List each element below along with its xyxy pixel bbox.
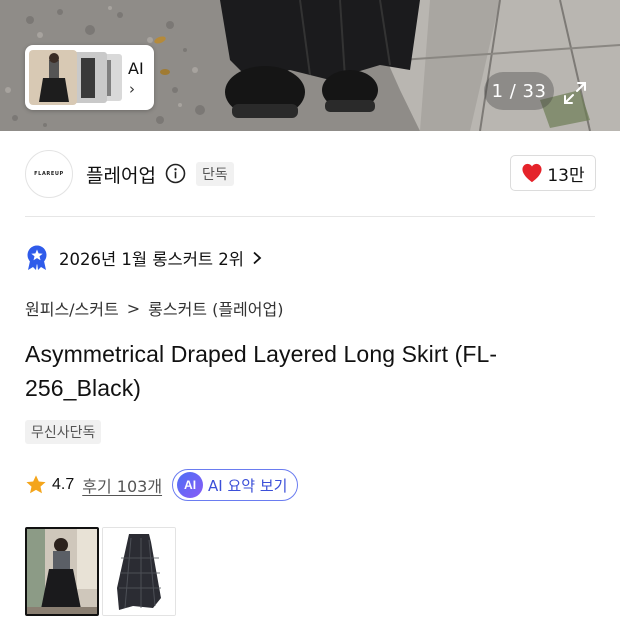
info-icon[interactable] (165, 163, 186, 184)
brand-logo-text: FLAREUP (34, 171, 64, 177)
image-page-counter: 1 / 33 (484, 72, 554, 110)
breadcrumb-separator: > (126, 298, 141, 318)
like-count: 13만 (547, 165, 585, 186)
brand-logo[interactable]: FLAREUP (25, 150, 73, 198)
ai-lookbook-label: AI (128, 59, 144, 78)
thumbnail-2[interactable] (102, 527, 176, 616)
ranking-link[interactable]: 2026년 1월 롱스커트 2위 (25, 244, 262, 272)
review-count-link[interactable]: 후기 103개 (82, 473, 162, 497)
product-title: Asymmetrical Draped Layered Long Skirt (… (25, 341, 498, 401)
chevron-right-icon: › (129, 80, 135, 98)
brand-name[interactable]: 플레어업 (86, 161, 156, 188)
breadcrumb-subcategory[interactable]: 롱스커트 (플레어업) (148, 296, 283, 320)
section-divider (25, 216, 595, 217)
star-icon (26, 475, 46, 494)
expand-icon[interactable] (558, 76, 592, 110)
breadcrumb-category[interactable]: 원피스/스커트 (25, 296, 119, 320)
ai-lookbook-thumbnails (29, 50, 122, 105)
brand-exclusive-badge: 단독 (196, 162, 234, 186)
breadcrumb: 원피스/스커트 > 롱스커트 (플레어업) (25, 296, 283, 320)
ai-badge-icon: AI (177, 472, 204, 498)
rating-row: 4.7 후기 103개 AI AI 요약 보기 (25, 469, 299, 501)
product-image-carousel[interactable]: AI › 1 / 33 (0, 0, 620, 131)
ranking-text: 2026년 1월 롱스커트 2위 (59, 250, 244, 269)
chevron-right-icon (253, 251, 262, 265)
ai-summary-label: AI 요약 보기 (208, 476, 288, 495)
thumbnail-1[interactable] (25, 527, 99, 616)
heart-icon (522, 163, 542, 183)
ai-lookbook-card[interactable]: AI › (25, 45, 154, 110)
like-button[interactable]: 13만 (510, 155, 596, 191)
product-photo-thumbnail (103, 528, 175, 615)
exclusive-tag: 무신사단독 (25, 420, 102, 444)
ranking-badge-icon (27, 245, 47, 270)
rating-value: 4.7 (52, 476, 75, 493)
ai-summary-button[interactable]: AI AI 요약 보기 (172, 469, 299, 501)
model-photo-thumbnail (27, 529, 97, 614)
